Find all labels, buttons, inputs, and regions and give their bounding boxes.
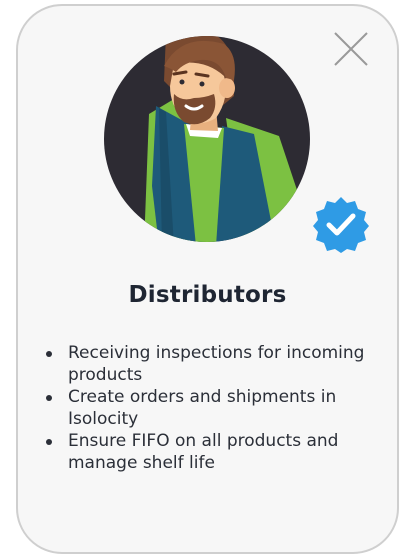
list-item: Create orders and shipments in Isolocity <box>46 386 388 430</box>
list-item: Receiving inspections for incoming produ… <box>46 342 388 386</box>
person-avatar <box>104 36 310 242</box>
list-item: Ensure FIFO on all products and manage s… <box>46 430 388 474</box>
verified-badge-icon <box>313 197 369 253</box>
feature-list: Receiving inspections for incoming produ… <box>46 342 388 474</box>
close-icon[interactable] <box>332 30 370 68</box>
card-title: Distributors <box>128 282 287 308</box>
